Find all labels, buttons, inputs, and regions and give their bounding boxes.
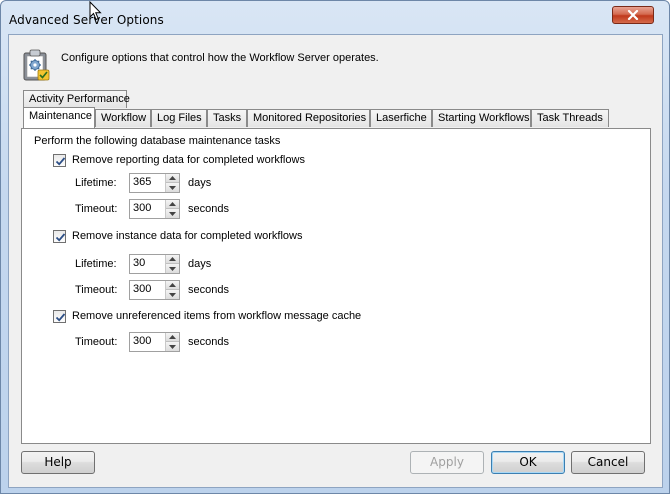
tab-label: Monitored Repositories <box>253 112 367 124</box>
stepper-up-button[interactable] <box>166 281 179 290</box>
tab-monitored-repositories[interactable]: Monitored Repositories <box>247 109 370 127</box>
stepper-buttons <box>165 333 179 351</box>
reporting-lifetime-unit: days <box>188 177 212 189</box>
stepper-up-button[interactable] <box>166 255 179 264</box>
chevron-down-icon <box>169 292 176 297</box>
tab-activity-performance[interactable]: Activity Performance <box>23 90 130 108</box>
tab-workflow[interactable]: Workflow <box>95 109 151 127</box>
message-cache-label: Remove unreferenced items from workflow … <box>72 310 362 322</box>
reporting-timeout-stepper[interactable]: 300 <box>129 199 180 219</box>
stepper-down-button[interactable] <box>166 183 179 192</box>
reporting-lifetime-stepper[interactable]: 365 <box>129 173 180 193</box>
cache-timeout-unit: seconds <box>188 336 229 348</box>
reporting-data-checkbox[interactable] <box>53 154 66 167</box>
cancel-button[interactable]: Cancel <box>571 451 645 474</box>
tab-label: Task Threads <box>537 112 603 124</box>
tab-label: Activity Performance <box>29 93 130 105</box>
stepper-up-button[interactable] <box>166 174 179 183</box>
tab-label: Starting Workflows <box>438 112 530 124</box>
instance-lifetime-unit: days <box>188 258 212 270</box>
stepper-up-button[interactable] <box>166 333 179 342</box>
tab-tasks[interactable]: Tasks <box>207 109 247 127</box>
message-cache-checkbox[interactable] <box>53 310 66 323</box>
stepper-up-button[interactable] <box>166 200 179 209</box>
instance-data-label: Remove instance data for completed workf… <box>72 230 303 242</box>
tab-maintenance[interactable]: Maintenance <box>23 107 95 128</box>
reporting-timeout-label: Timeout: <box>75 203 118 215</box>
stepper-buttons <box>165 200 179 218</box>
stepper-value: 300 <box>133 283 152 295</box>
instance-timeout-unit: seconds <box>188 284 229 296</box>
tab-label: Maintenance <box>29 110 92 122</box>
instance-timeout-label: Timeout: <box>75 284 118 296</box>
stepper-buttons <box>165 174 179 192</box>
cache-timeout-label: Timeout: <box>75 336 118 348</box>
stepper-value: 300 <box>133 335 152 347</box>
tab-log-files[interactable]: Log Files <box>151 109 207 127</box>
stepper-buttons <box>165 281 179 299</box>
instance-lifetime-label: Lifetime: <box>75 258 117 270</box>
stepper-buttons <box>165 255 179 273</box>
stepper-down-button[interactable] <box>166 290 179 299</box>
header: Configure options that control how the W… <box>21 48 641 84</box>
stepper-value: 30 <box>133 257 146 269</box>
cache-timeout-stepper[interactable]: 300 <box>129 332 180 352</box>
stepper-value: 365 <box>133 176 152 188</box>
clipboard-gear-check-icon <box>21 48 51 82</box>
apply-button[interactable]: Apply <box>410 451 484 474</box>
chevron-up-icon <box>169 257 176 261</box>
chevron-up-icon <box>169 176 176 180</box>
close-button[interactable] <box>612 6 654 24</box>
instance-lifetime-stepper[interactable]: 30 <box>129 254 180 274</box>
dialog-content: Configure options that control how the W… <box>8 34 663 488</box>
instance-timeout-stepper[interactable]: 300 <box>129 280 180 300</box>
help-button[interactable]: Help <box>21 451 95 474</box>
reporting-timeout-unit: seconds <box>188 203 229 215</box>
maintenance-panel: Perform the following database maintenan… <box>21 128 651 444</box>
checkmark-icon <box>55 233 66 242</box>
close-icon <box>627 10 639 20</box>
tab-label: Workflow <box>101 112 147 124</box>
chevron-down-icon <box>169 211 176 216</box>
tab-label: Tasks <box>213 112 242 124</box>
chevron-down-icon <box>169 266 176 271</box>
tab-label: Log Files <box>157 112 202 124</box>
chevron-up-icon <box>169 283 176 287</box>
tab-task-threads[interactable]: Task Threads <box>531 109 609 127</box>
stepper-down-button[interactable] <box>166 209 179 218</box>
tab-label: Laserfiche <box>376 112 427 124</box>
dialog-window: Advanced Server Options Configure option… <box>0 0 670 494</box>
stepper-value: 300 <box>133 202 152 214</box>
checkmark-icon <box>55 157 66 166</box>
checkmark-icon <box>55 313 66 322</box>
header-description: Configure options that control how the W… <box>61 52 379 64</box>
reporting-data-label: Remove reporting data for completed work… <box>72 154 305 166</box>
ok-button[interactable]: OK <box>491 451 565 474</box>
mouse-cursor-icon <box>89 0 103 24</box>
chevron-up-icon <box>169 335 176 339</box>
stepper-down-button[interactable] <box>166 342 179 351</box>
stepper-down-button[interactable] <box>166 264 179 273</box>
tab-starting-workflows[interactable]: Starting Workflows <box>432 109 531 127</box>
window-title: Advanced Server Options <box>9 13 164 27</box>
instance-data-checkbox[interactable] <box>53 230 66 243</box>
chevron-down-icon <box>169 185 176 190</box>
chevron-down-icon <box>169 344 176 349</box>
maintenance-intro: Perform the following database maintenan… <box>34 135 281 147</box>
tab-laserfiche[interactable]: Laserfiche <box>370 109 432 127</box>
chevron-up-icon <box>169 202 176 206</box>
reporting-lifetime-label: Lifetime: <box>75 177 117 189</box>
